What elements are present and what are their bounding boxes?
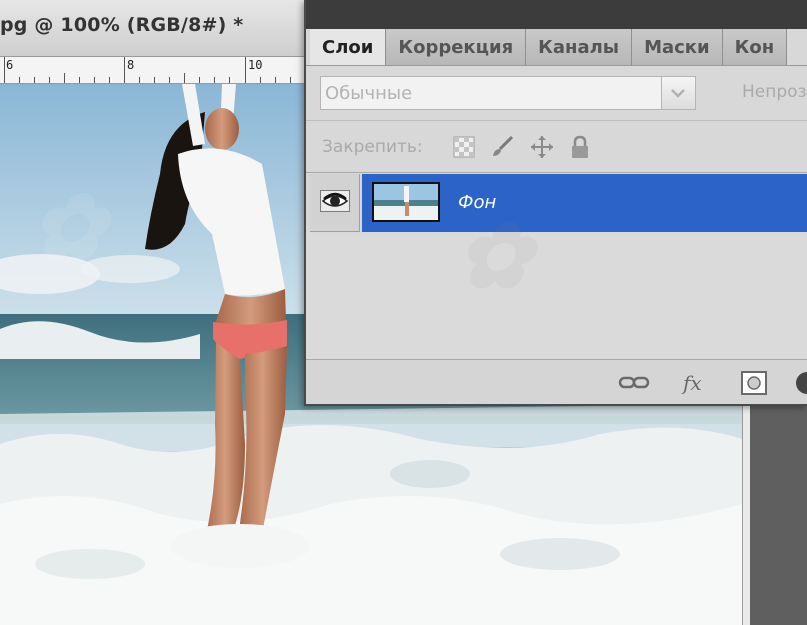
layer-thumbnail — [372, 182, 440, 222]
divider — [306, 120, 807, 121]
eye-icon[interactable] — [320, 190, 350, 212]
link-layers-icon[interactable] — [618, 368, 650, 398]
lock-label: Закрепить: — [322, 137, 423, 157]
lock-all-icon[interactable] — [568, 135, 592, 159]
add-mask-icon[interactable] — [738, 368, 770, 398]
horizontal-ruler[interactable]: 6 8 10 — [0, 56, 306, 84]
adjustment-layer-icon[interactable] — [791, 368, 807, 398]
document-title: pg @ 100% (RGB/8#) * — [0, 14, 244, 36]
blend-mode-value: Обычные — [325, 83, 413, 104]
blend-mode-select[interactable]: Обычные — [320, 76, 696, 110]
tab-masks[interactable]: Маски — [632, 29, 723, 65]
panel-title-bar[interactable] — [306, 0, 807, 29]
vertical-scrollbar[interactable] — [742, 405, 750, 625]
opacity-label: Непроз — [742, 82, 807, 102]
tabs-divider — [306, 65, 807, 66]
layer-visibility-toggle[interactable] — [310, 174, 360, 232]
layer-row[interactable]: Фон — [310, 174, 807, 232]
lock-transparent-pixels-icon[interactable] — [452, 135, 476, 159]
chevron-down-icon[interactable] — [661, 77, 695, 109]
tab-adjustments[interactable]: Коррекция — [386, 29, 527, 65]
workspace-background — [750, 405, 807, 625]
fx-icon[interactable]: fx — [680, 368, 712, 398]
layer-name[interactable]: Фон — [458, 192, 496, 213]
tab-channels[interactable]: Каналы — [526, 29, 633, 65]
layers-panel-footer: fx — [306, 359, 807, 404]
lock-position-icon[interactable] — [530, 135, 554, 159]
ruler-label: 8 — [127, 58, 135, 72]
svg-text:fx: fx — [681, 371, 702, 395]
ruler-label: 10 — [248, 58, 263, 72]
layer-item-selected[interactable]: Фон — [362, 174, 807, 232]
tab-paths[interactable]: Кон — [722, 29, 788, 65]
divider — [306, 172, 807, 173]
photoshop-window: pg @ 100% (RGB/8#) * 6 8 10 Слои Коррекц… — [0, 0, 807, 625]
tab-layers[interactable]: Слои — [310, 29, 387, 65]
panel-tabs: Слои Коррекция Каналы Маски Кон — [310, 29, 788, 65]
ruler-label: 6 — [6, 58, 14, 72]
layers-panel: Слои Коррекция Каналы Маски Кон Обычные … — [304, 0, 807, 406]
document-tab[interactable]: pg @ 100% (RGB/8#) * — [0, 0, 306, 56]
layers-list-empty-area[interactable]: ✿ — [306, 203, 807, 359]
lock-image-pixels-icon[interactable] — [490, 135, 514, 159]
